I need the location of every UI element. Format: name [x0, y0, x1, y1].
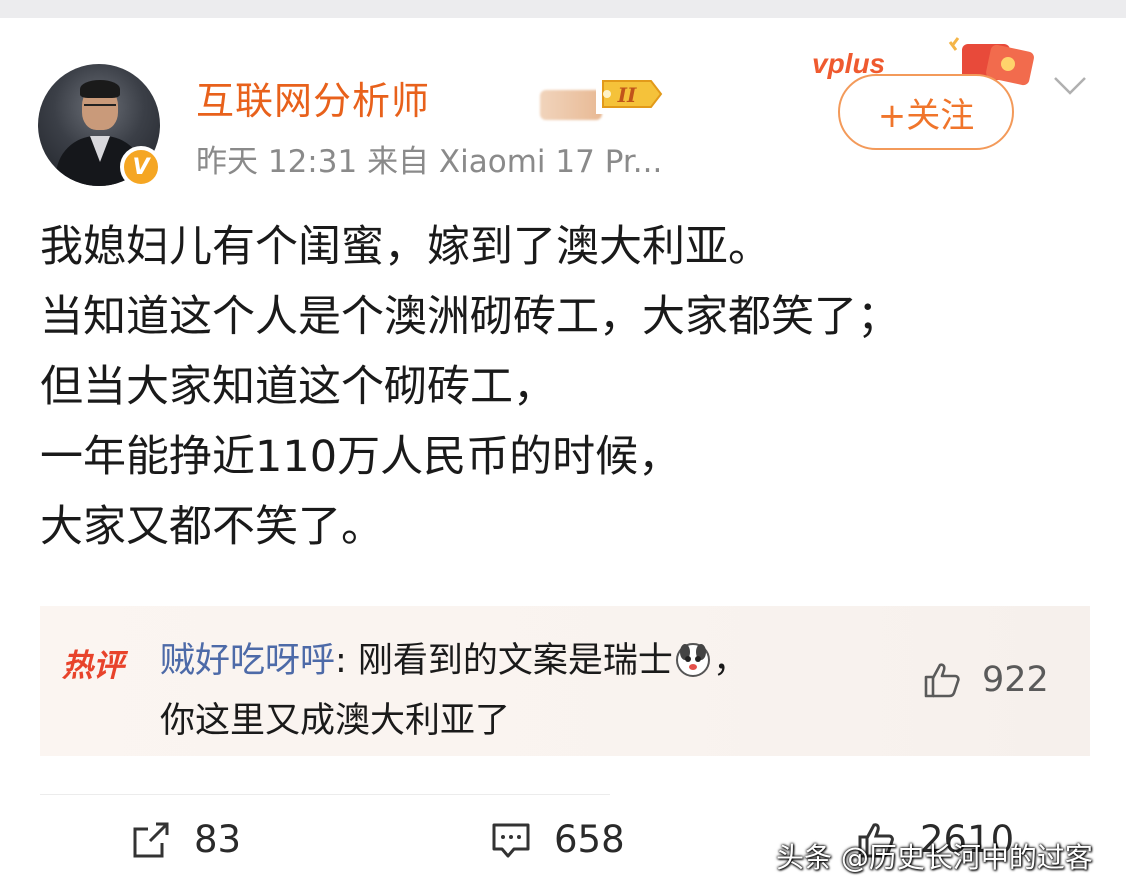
blurred-badge	[540, 90, 602, 120]
hot-comment-badge: 热评	[62, 648, 124, 684]
comment-username[interactable]: 贼好吃呀呼	[160, 641, 335, 681]
hot-comment-like-button[interactable]: 922	[922, 660, 1049, 700]
post-line: 我媳妇儿有个闺蜜，嫁到了澳大利亚。	[40, 222, 771, 272]
comment-count: 658	[554, 818, 625, 861]
post-time: 昨天 12:31	[196, 144, 358, 180]
divider	[40, 794, 610, 795]
author-name[interactable]: 互联网分析师	[196, 70, 430, 125]
level-badge-text: II	[617, 83, 637, 107]
repost-button[interactable]: 83	[130, 818, 241, 861]
post-source: 来自 Xiaomi 17 Pr...	[367, 144, 663, 180]
post-line: 但当大家知道这个砌砖工，	[40, 362, 556, 412]
post-content: 我媳妇儿有个闺蜜，嫁到了澳大利亚。 当知道这个人是个澳洲砌砖工，大家都笑了； 但…	[40, 212, 1100, 562]
hot-comment-like-count: 922	[982, 660, 1049, 700]
post-line: 当知道这个人是个澳洲砌砖工，大家都笑了；	[40, 292, 900, 342]
comment-text: : 刚看到的文案是瑞士	[335, 641, 673, 681]
comment-text-end: ，	[712, 641, 748, 681]
dog-emoji-icon	[675, 643, 710, 677]
verified-v-icon: V	[120, 146, 162, 188]
follow-button[interactable]: +关注	[838, 74, 1014, 150]
thumbs-up-icon	[924, 663, 960, 698]
level-badge-icon: II	[596, 74, 666, 114]
top-strip	[0, 0, 1126, 18]
post-line: 一年能挣近110万人民币的时候，	[40, 432, 682, 482]
post-meta: 昨天 12:31 来自 Xiaomi 17 Pr...	[196, 136, 662, 181]
comment-button[interactable]: 658	[490, 818, 625, 861]
hot-comment-card[interactable]: 热评 贼好吃呀呼: 刚看到的文案是瑞士 ， 你这里又成澳大利亚了 922	[40, 606, 1090, 756]
repost-count: 83	[194, 818, 242, 861]
comment-icon	[492, 823, 530, 857]
avatar-hair	[80, 80, 120, 98]
post-line: 大家又都不笑了。	[40, 502, 384, 552]
avatar-glasses	[84, 104, 116, 114]
hot-comment-line-2: 你这里又成澳大利亚了	[160, 701, 511, 741]
watermark-text: 头条 @历史长河中的过客	[776, 841, 1093, 874]
repost-icon	[133, 822, 169, 857]
chevron-down-icon[interactable]	[1052, 74, 1088, 98]
hot-comment-line-1: 贼好吃呀呼: 刚看到的文案是瑞士 ，	[160, 632, 748, 683]
